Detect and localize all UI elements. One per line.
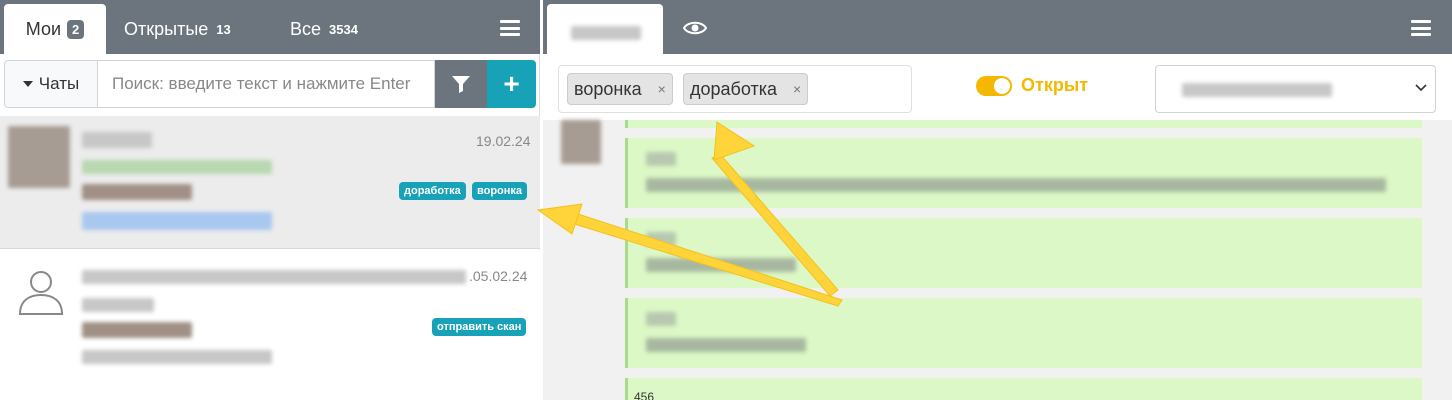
message-line-redacted (646, 152, 676, 166)
plus-icon: + (503, 68, 520, 99)
message-line-redacted (646, 178, 1386, 192)
remove-tag-icon[interactable]: × (793, 81, 801, 97)
avatar (8, 126, 70, 188)
eye-icon[interactable] (683, 20, 707, 36)
tag-chip: доработка × (683, 73, 809, 105)
message-bubble (625, 120, 1422, 128)
chat-tabs (543, 0, 1452, 54)
filter-icon (452, 76, 470, 93)
message-bubble: 456 (625, 378, 1422, 400)
tab-chat[interactable] (547, 4, 663, 54)
chat-header: воронка × доработка × Открыт (543, 54, 1452, 120)
tab-mine-count: 2 (67, 19, 85, 39)
preview-redacted (82, 298, 154, 312)
message-fragment: 456 (634, 390, 655, 400)
conversation-item[interactable]: 19.02.24 доработка воронка (0, 116, 540, 249)
menu-icon[interactable] (1411, 20, 1431, 36)
tab-mine[interactable]: Мои 2 (4, 4, 106, 54)
app-root: Мои 2 Открытые 13 Все 3534 Чаты + (0, 0, 1452, 400)
sender-redacted (82, 322, 192, 338)
contact-name-redacted (82, 132, 152, 148)
conversation-date: 19.02.24 (476, 133, 531, 149)
tab-open[interactable]: Открытые 13 (124, 4, 231, 54)
message-redacted (82, 350, 272, 364)
toggle-knob (994, 78, 1010, 94)
caret-down-icon (22, 81, 33, 87)
message-bubble (625, 218, 1422, 288)
tab-mine-label: Мои (25, 18, 62, 39)
tag-badge: воронка (472, 182, 528, 200)
chats-dropdown-button[interactable]: Чаты (4, 60, 98, 108)
message-redacted (82, 212, 272, 230)
tab-open-count: 13 (216, 21, 231, 37)
chat-tab-label-redacted (571, 26, 641, 40)
chevron-down-icon (1415, 84, 1427, 92)
message-line-redacted (646, 232, 676, 246)
sender-redacted (82, 184, 192, 200)
remove-tag-icon[interactable]: × (658, 81, 666, 97)
conversation-list-pane: Мои 2 Открытые 13 Все 3534 Чаты + (0, 0, 540, 400)
assignee-value-redacted (1182, 83, 1332, 97)
filter-button[interactable] (435, 60, 487, 108)
tab-all-label: Все (290, 18, 322, 39)
tag-chip: воронка × (567, 73, 673, 105)
status-label: Открыт (1021, 75, 1089, 95)
tab-all-count: 3534 (329, 21, 358, 37)
conversation-item[interactable]: .05.02.24 отправить скан (0, 250, 540, 400)
menu-icon[interactable] (500, 20, 520, 36)
status-toggle[interactable] (976, 76, 1012, 96)
message-line-redacted (646, 312, 676, 326)
chats-dropdown-label: Чаты (38, 74, 80, 93)
message-line-redacted (646, 258, 796, 272)
conversation-tabs: Мои 2 Открытые 13 Все 3534 (0, 0, 540, 54)
tag-badge: доработка (399, 182, 466, 200)
add-conversation-button[interactable]: + (487, 60, 536, 108)
message-bubble (625, 138, 1422, 208)
avatar (561, 120, 601, 164)
list-toolbar: Чаты + (4, 60, 536, 108)
conversation-date: .05.02.24 (469, 268, 528, 284)
tab-open-label: Открытые (124, 18, 209, 39)
tag-chip-label: воронка (574, 78, 642, 99)
assignee-select[interactable] (1155, 65, 1436, 113)
tag-badge: отправить скан (432, 318, 527, 336)
tag-input[interactable]: воронка × доработка × (558, 65, 912, 113)
message-bubble (625, 298, 1422, 368)
preview-redacted (82, 160, 272, 174)
message-area: 456 (543, 120, 1452, 400)
tab-all[interactable]: Все 3534 (290, 4, 358, 54)
message-line-redacted (646, 338, 806, 352)
tag-chip-label: доработка (690, 78, 777, 99)
search-input[interactable] (98, 60, 435, 108)
contact-name-redacted (82, 270, 466, 284)
chat-pane: воронка × доработка × Открыт 456 (543, 0, 1452, 400)
default-user-icon (18, 271, 64, 315)
